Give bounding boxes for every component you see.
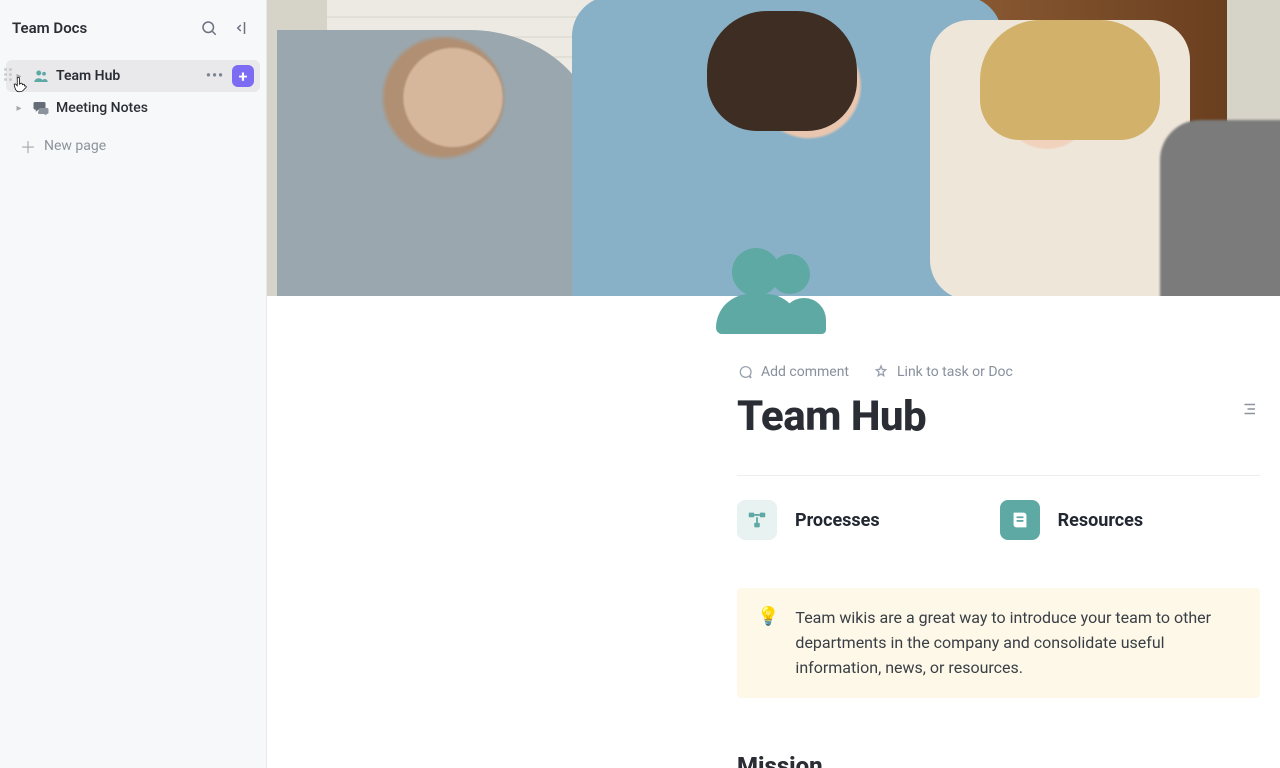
plus-icon: ＋ — [20, 134, 34, 158]
add-comment-label: Add comment — [761, 364, 849, 380]
sidebar-header: Team Docs — [0, 0, 266, 56]
chat-icon — [32, 99, 50, 117]
table-of-contents-icon[interactable] — [1240, 400, 1258, 422]
chevron-right-icon[interactable]: ▸ — [12, 71, 26, 82]
sidebar-item-label: Team Hub — [56, 68, 198, 84]
flow-icon — [737, 500, 777, 540]
more-options-icon[interactable]: ••• — [204, 68, 226, 84]
people-icon — [722, 238, 832, 334]
main-content: Add comment Link to task or Doc Team Hub — [267, 0, 1280, 768]
sidebar-item-label: Meeting Notes — [56, 100, 254, 116]
chevron-right-icon[interactable]: ▸ — [12, 103, 26, 114]
link-card-label: Processes — [795, 510, 880, 531]
collapse-sidebar-icon[interactable] — [232, 17, 254, 39]
sidebar-item-team-hub[interactable]: ▸ Team Hub ••• + — [6, 60, 260, 92]
book-icon — [1000, 500, 1040, 540]
page-meta-row: Add comment Link to task or Doc — [737, 364, 1260, 380]
new-page-button[interactable]: ＋ New page — [6, 128, 260, 164]
section-heading-mission[interactable]: Mission — [737, 752, 1260, 768]
search-icon[interactable] — [198, 17, 220, 39]
page-title[interactable]: Team Hub — [737, 392, 926, 441]
new-page-label: New page — [44, 138, 106, 154]
tip-callout: 💡 Team wikis are a great way to introduc… — [737, 588, 1260, 698]
link-card-resources[interactable]: Resources — [1000, 500, 1144, 540]
add-subpage-button[interactable]: + — [232, 65, 254, 87]
people-icon — [32, 67, 50, 85]
lightbulb-icon: 💡 — [757, 608, 779, 680]
sidebar-list: ▸ Team Hub ••• + ▸ Meeting Notes ＋ — [0, 56, 266, 164]
page-links-row: Processes Resources — [737, 500, 1260, 540]
link-card-label: Resources — [1058, 510, 1144, 531]
sidebar-title: Team Docs — [12, 19, 87, 37]
link-card-processes[interactable]: Processes — [737, 500, 880, 540]
sidebar: Team Docs ▸ Team Hub ••• + — [0, 0, 267, 768]
page-icon[interactable] — [722, 238, 832, 334]
drag-handle-icon[interactable] — [4, 68, 14, 84]
add-comment-button[interactable]: Add comment — [737, 364, 849, 380]
link-task-label: Link to task or Doc — [897, 364, 1013, 380]
divider — [737, 475, 1260, 476]
sidebar-item-meeting-notes[interactable]: ▸ Meeting Notes — [6, 92, 260, 124]
tip-text: Team wikis are a great way to introduce … — [795, 606, 1240, 680]
link-task-button[interactable]: Link to task or Doc — [873, 364, 1013, 380]
